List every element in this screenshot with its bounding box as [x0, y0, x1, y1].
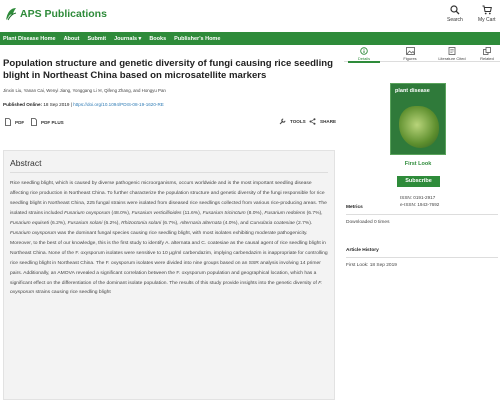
abstract-heading: Abstract: [10, 158, 328, 173]
active-tab-indicator: [348, 61, 380, 63]
related-icon: [483, 47, 491, 55]
nav-submit[interactable]: Submit: [87, 36, 106, 42]
published-date: 18 Sep 2019: [43, 102, 70, 107]
sidebar: Details Figures Literature Cited Related…: [344, 45, 500, 268]
article-authors[interactable]: Jinxin Liu, Yanan Cai, Wenyi Jiang, Yong…: [3, 88, 335, 94]
history-value: First Look: 18 Sep 2019: [346, 263, 397, 268]
cart-button[interactable]: My Cart: [478, 5, 496, 23]
tools-button[interactable]: TOOLS: [279, 118, 306, 125]
main-nav: Plant Disease Home About Submit Journals…: [0, 32, 500, 45]
cart-icon: [482, 5, 492, 15]
first-look-link[interactable]: First Look: [388, 161, 448, 167]
top-bar: APS Publications Search My Cart: [0, 0, 500, 32]
logo-text: APS Publications: [20, 8, 107, 20]
abstract-panel: Abstract Rice seedling blight, which is …: [3, 150, 335, 400]
pdf-plus-label: PDF PLUS: [41, 119, 64, 125]
sidebar-tabs: Details Figures Literature Cited Related: [344, 45, 500, 63]
abstract-text: Rice seedling blight, which is caused by…: [10, 181, 328, 296]
article-history-section: Article History First Look: 18 Sep 2019: [346, 248, 498, 268]
wrench-icon: [279, 118, 286, 125]
search-label: Search: [447, 17, 463, 23]
search-icon: [450, 5, 460, 15]
journal-cover[interactable]: plant disease: [390, 83, 446, 155]
doi-link[interactable]: https://doi.org/10.1094/PDIS-08-19-1620-…: [73, 102, 164, 107]
pdf-plus-icon: [31, 118, 37, 126]
tab-related-label: Related: [480, 56, 494, 61]
metrics-heading: Metrics: [346, 205, 498, 215]
metrics-section: Metrics Downloaded 0 times: [346, 205, 498, 225]
details-icon: [360, 47, 368, 55]
tab-figures[interactable]: Figures: [394, 47, 426, 61]
history-heading: Article History: [346, 248, 498, 258]
pdf-button[interactable]: PDF: [5, 118, 24, 126]
cart-label: My Cart: [478, 17, 496, 23]
cover-title: plant disease: [395, 88, 430, 94]
figures-icon: [405, 47, 415, 55]
cover-image: [399, 106, 439, 148]
search-button[interactable]: Search: [447, 5, 463, 23]
nav-plant-disease-home[interactable]: Plant Disease Home: [3, 36, 56, 42]
aps-logo-icon: [6, 8, 17, 21]
nav-journals[interactable]: Journals ▾: [114, 36, 141, 42]
subscribe-button[interactable]: Subscribe: [397, 176, 440, 187]
pdf-plus-button[interactable]: PDF PLUS: [31, 118, 64, 126]
share-button[interactable]: SHARE: [309, 118, 336, 125]
metrics-value: Downloaded 0 times: [346, 220, 390, 225]
article-main: Population structure and genetic diversi…: [3, 45, 336, 400]
article-title: Population structure and genetic diversi…: [3, 58, 333, 81]
published-line: Published Online: 18 Sep 2019 | https://…: [3, 102, 164, 107]
article-actions: PDF PDF PLUS TOOLS SHARE: [3, 115, 336, 131]
nav-about[interactable]: About: [64, 36, 80, 42]
nav-books[interactable]: Books: [149, 36, 166, 42]
tab-details[interactable]: Details: [348, 47, 380, 61]
tab-related[interactable]: Related: [472, 47, 500, 61]
tab-figures-label: Figures: [403, 56, 417, 61]
pdf-icon: [5, 118, 11, 126]
aps-logo[interactable]: APS Publications: [4, 6, 107, 22]
tools-label: TOOLS: [290, 119, 306, 124]
tab-literature-cited[interactable]: Literature Cited: [428, 47, 476, 61]
literature-icon: [448, 47, 456, 55]
pdf-label: PDF: [15, 119, 25, 125]
published-label: Published Online:: [3, 102, 43, 107]
tab-literature-label: Literature Cited: [438, 56, 466, 61]
nav-publishers-home[interactable]: Publisher's Home: [174, 36, 220, 42]
issn: ISSN: 0191-2917: [400, 195, 436, 200]
share-icon: [309, 118, 316, 125]
share-label: SHARE: [320, 119, 337, 124]
